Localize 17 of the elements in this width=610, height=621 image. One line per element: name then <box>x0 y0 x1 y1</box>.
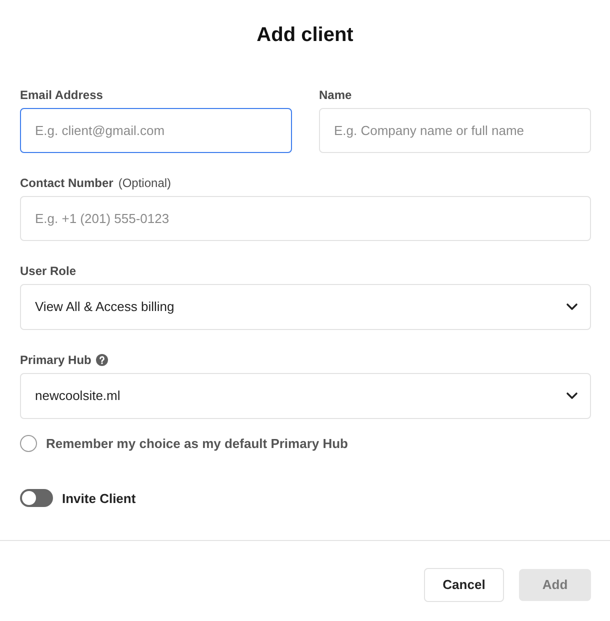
field-label: Name <box>319 88 352 102</box>
field-label: Primary Hub <box>20 353 92 367</box>
input-field[interactable]: E.g. client@gmail.com <box>20 108 292 153</box>
chevron-down-icon <box>566 392 578 400</box>
dropdown[interactable]: newcoolsite.ml <box>20 373 591 419</box>
dialog-title: Add client <box>256 23 354 48</box>
radio-button[interactable] <box>20 435 37 452</box>
dropdown[interactable]: View All & Access billing <box>20 284 591 330</box>
field-label: User Role <box>20 264 76 278</box>
field-label: Email Address <box>20 88 103 102</box>
radio-label: Remember my choice as my default Primary Hub <box>46 435 348 453</box>
toggle-switch[interactable] <box>20 489 53 508</box>
toggle-label: Invite Client <box>62 490 136 508</box>
chevron-down-icon <box>566 303 578 311</box>
field-label: Contact Number <box>20 176 114 190</box>
cancel-button[interactable]: Cancel <box>424 568 504 602</box>
optional-hint: (Optional) <box>118 176 172 190</box>
